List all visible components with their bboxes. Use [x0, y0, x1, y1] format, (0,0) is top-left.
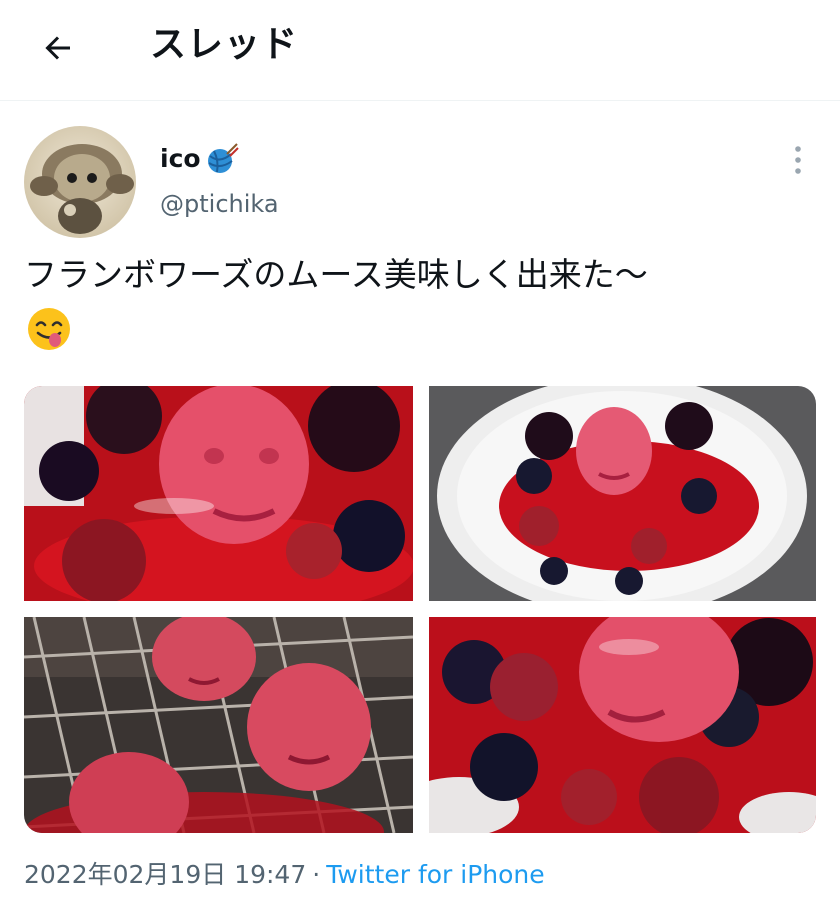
page-title: スレッド — [150, 24, 299, 65]
tweet-source-link[interactable]: Twitter for iPhone — [326, 860, 544, 889]
photo-4[interactable] — [429, 617, 816, 833]
yarn-ball-icon — [207, 143, 239, 173]
face-savoring-food-icon — [26, 306, 72, 352]
avatar[interactable] — [24, 126, 136, 238]
display-name: ico — [160, 144, 201, 173]
tweet-meta: 2022年02月19日 19:47 · Twitter for iPhone — [24, 858, 545, 892]
media-grid — [24, 386, 816, 833]
more-vertical-icon — [795, 146, 801, 174]
back-button[interactable] — [34, 24, 82, 72]
tweet-text: フランボワーズのムース美味しく出来た〜 — [24, 255, 648, 294]
user-handle[interactable]: @ptichika — [160, 188, 279, 220]
tweet-timestamp[interactable]: 2022年02月19日 19:47 — [24, 860, 306, 889]
header-bar: スレッド — [0, 0, 840, 101]
meta-separator: · — [312, 860, 321, 889]
photo-2[interactable] — [429, 386, 816, 601]
author-name-row[interactable]: ico — [160, 142, 239, 176]
photo-1[interactable] — [24, 386, 413, 601]
arrow-left-icon — [45, 36, 70, 60]
more-options-button[interactable] — [784, 140, 812, 180]
photo-3[interactable] — [24, 617, 413, 833]
